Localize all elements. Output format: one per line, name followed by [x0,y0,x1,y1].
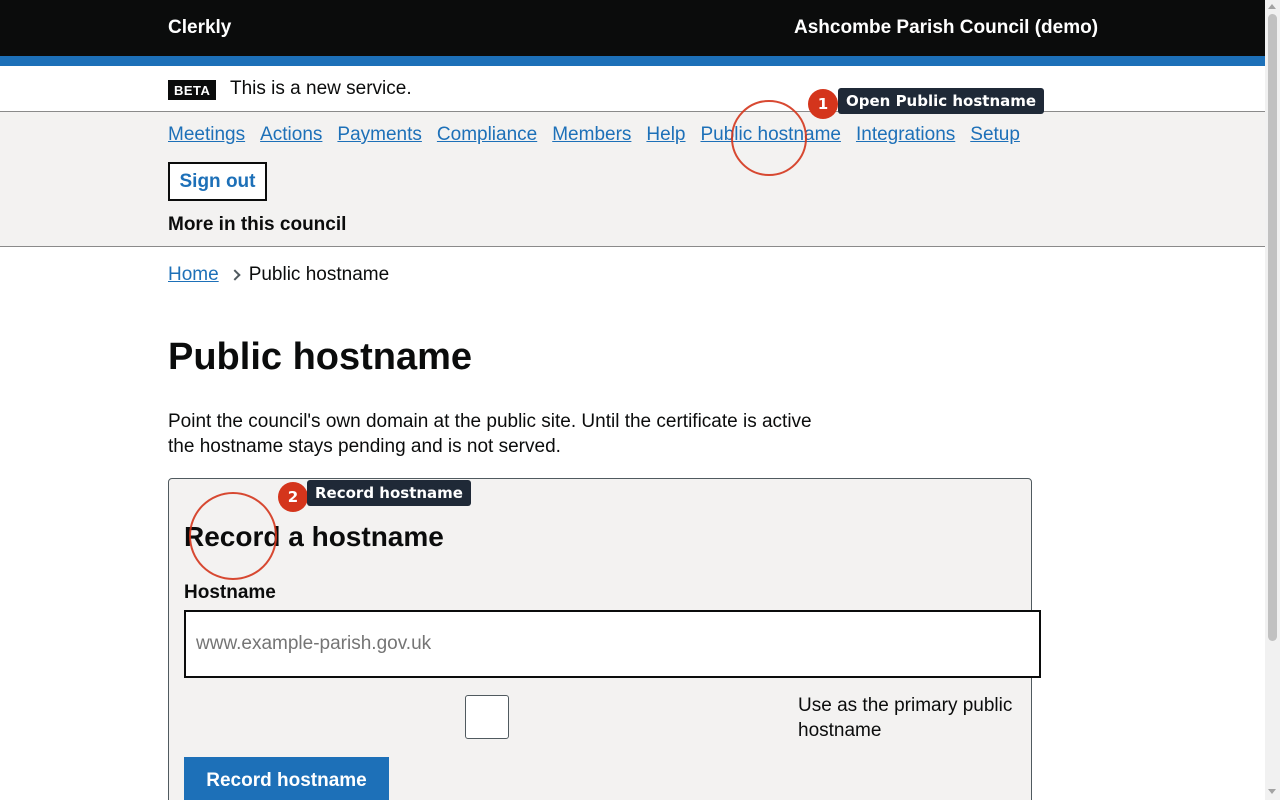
nav-link-actions[interactable]: Actions [260,124,322,148]
primary-hostname-checkbox[interactable] [465,695,509,739]
breadcrumb-home-link[interactable]: Home [168,264,219,286]
page-scrollbar[interactable] [1265,0,1280,800]
phase-message: This is a new service. [230,78,412,99]
scroll-up-icon[interactable] [1268,4,1276,9]
breadcrumb-current: Public hostname [248,264,390,285]
nav-link-compliance[interactable]: Compliance [437,124,537,148]
council-navigation: Meetings Actions Payments Compliance Mem… [0,112,1265,247]
scrollbar-thumb[interactable] [1268,14,1277,641]
primary-hostname-label[interactable]: Use as the primary public hostname [798,693,1028,743]
nav-link-meetings[interactable]: Meetings [168,124,245,148]
nav-link-setup[interactable]: Setup [970,124,1020,148]
nav-link-payments[interactable]: Payments [337,124,421,148]
annotation-2-label: Record hostname [307,480,471,506]
site-header: Clerkly Ashcombe Parish Council (demo) [0,0,1265,56]
annotation-1-badge: 1 [808,89,838,119]
annotation-1-circle [731,100,807,176]
council-name: Ashcombe Parish Council (demo) [794,17,1099,38]
record-hostname-button[interactable]: Record hostname [184,757,389,800]
annotation-2-badge: 2 [278,482,308,512]
record-hostname-form: Record a hostname Hostname Use as the pr… [168,478,1041,800]
nav-link-members[interactable]: Members [552,124,631,148]
more-in-council-heading: More in this council [168,214,347,235]
beta-tag: BETA [168,80,217,100]
hostname-label: Hostname [184,582,276,603]
hostname-input[interactable] [184,610,1041,678]
breadcrumb: Home Public hostname [168,264,389,286]
annotation-1-label: Open Public hostname [838,88,1045,114]
page-title: Public hostname [168,336,473,378]
nav-link-help[interactable]: Help [646,124,685,148]
page-description: Point the council's own domain at the pu… [168,411,812,457]
sign-out-button[interactable]: Sign out [168,162,267,201]
scroll-down-icon[interactable] [1268,789,1276,794]
header-accent-bar [0,56,1265,66]
chevron-right-icon [229,269,241,281]
nav-links: Meetings Actions Payments Compliance Mem… [168,124,1035,148]
phase-banner: BETA This is a new service. [0,66,1265,112]
nav-link-integrations[interactable]: Integrations [856,124,955,148]
annotation-2-circle [189,492,277,580]
service-name-link[interactable]: Clerkly [168,17,231,39]
